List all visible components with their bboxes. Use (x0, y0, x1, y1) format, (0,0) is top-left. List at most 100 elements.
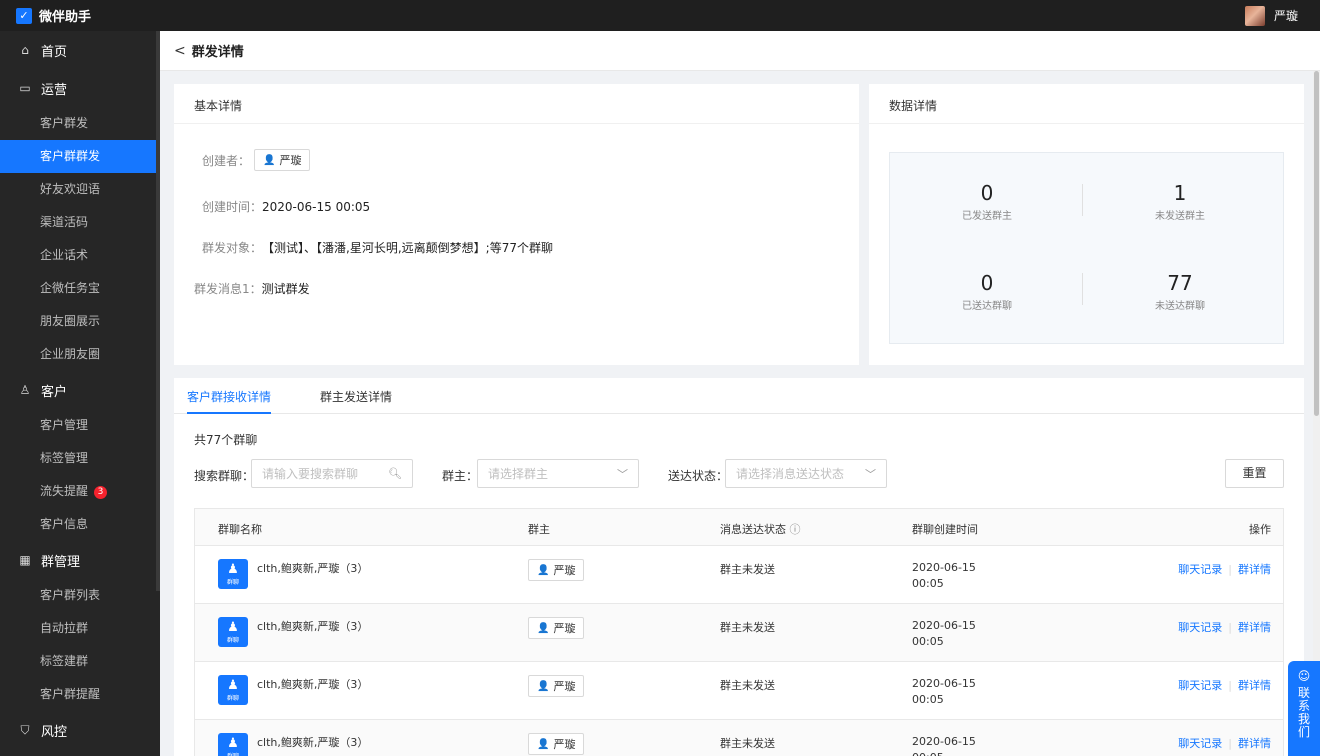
sidebar-item-label: 客户信息 (40, 517, 89, 531)
reset-button[interactable]: 重置 (1225, 459, 1284, 488)
brand[interactable]: ✓ 微伴助手 (16, 6, 91, 25)
avatar (1244, 5, 1265, 26)
sidebar-item-label: 流失提醒 (40, 484, 89, 498)
sidebar-group-0[interactable]: ⌂ 首页 (0, 31, 160, 69)
sidebar-group-4[interactable]: ⛉ 风控 (0, 711, 160, 749)
sidebar-item-label: 标签建群 (40, 654, 89, 668)
sidebar-group-label: 风控 (41, 724, 68, 740)
tab-group-receive-details[interactable]: 客户群接收详情 (187, 378, 272, 414)
group-chat-icon: ♟群聊 (218, 617, 248, 647)
creator-row: 创建者： 👤 严璇 (202, 149, 311, 171)
sidebar-item-label: 客户管理 (40, 418, 89, 432)
status-select[interactable]: 请选择消息送达状态 ﹀ (725, 459, 887, 488)
chat-record-link[interactable]: 聊天记录 (1178, 563, 1222, 576)
owner-placeholder: 请选择群主 (488, 467, 549, 481)
sidebar-item-label: 好友欢迎语 (40, 182, 101, 196)
group-detail-link[interactable]: 群详情 (1238, 621, 1271, 634)
divider: | (1228, 621, 1232, 634)
sidebar-item[interactable]: 客户管理 (0, 409, 156, 442)
sidebar-item-label: 标签管理 (40, 451, 89, 465)
chat-record-link[interactable]: 聊天记录 (1178, 737, 1222, 750)
sidebar-group-label: 客户 (41, 384, 68, 400)
sidebar-item-label: 客户群提醒 (40, 687, 101, 701)
creator-label: 创建者： (202, 153, 251, 168)
stat-value: 1 (1173, 181, 1187, 205)
person-icon: 👤 (537, 680, 550, 692)
group-detail-link[interactable]: 群详情 (1238, 679, 1271, 692)
chevron-down-icon: ﹀ (617, 467, 628, 481)
sidebar-item[interactable]: 标签管理 (0, 442, 156, 475)
help-icon[interactable]: ⓘ (790, 523, 801, 536)
group-icon-text: 群聊 (226, 695, 239, 702)
tab-owner-send-details[interactable]: 群主发送详情 (320, 378, 392, 414)
sidebar-item-label: 朋友圈展示 (40, 314, 101, 328)
sidebar-group-label: 群管理 (41, 554, 81, 570)
group-create-time: 2020-06-15 00:05 (912, 619, 976, 648)
sidebar-item[interactable]: 朋友圈展示 (0, 305, 156, 338)
sidebar-item[interactable]: 流失提醒 3 (0, 475, 156, 508)
row-actions: 聊天记录 | 群详情 (1178, 677, 1271, 693)
message-value: 测试群发 (261, 282, 310, 296)
user-menu[interactable]: 严璇 (1244, 5, 1298, 26)
table-row: ♟群聊 clth,鲍爽新,严璇（3） 👤严璇 群主未发送 2020-06-15 00:0… (195, 546, 1283, 604)
stats-box: 0 已发送群主 1 未发送群主 0 已送达群聊 77 未送达群聊 (889, 152, 1284, 344)
sidebar-group-3[interactable]: ▦ 群管理 (0, 541, 160, 579)
group-count: 共77个群聊 (194, 433, 258, 447)
brand-logo-icon: ✓ (16, 7, 32, 24)
sidebar-item-label: 企业话术 (40, 248, 89, 262)
owner-filter-label: 群主： (442, 469, 479, 483)
owner-name: 严璇 (553, 680, 576, 693)
stat-label: 已送达群聊 (962, 301, 1012, 312)
sidebar-item[interactable]: 企业话术 (0, 239, 156, 272)
divider: | (1228, 679, 1232, 692)
sidebar-item[interactable]: 渠道活码 (0, 206, 156, 239)
delivery-status: 群主未发送 (720, 563, 775, 576)
sidebar-item[interactable]: 客户群发 (0, 107, 156, 140)
col-status: 消息送达状态 ⓘ (720, 521, 801, 537)
stat-label: 未送达群聊 (1155, 301, 1205, 312)
chat-record-link[interactable]: 聊天记录 (1178, 621, 1222, 634)
owner-tag: 👤 严璇 (528, 675, 585, 697)
table-body: ♟ 群聊 clth,鲍爽新,严璇（3） 👤 严璇 群主未发送 2020-06-15 00:0… (195, 546, 1283, 756)
basic-details-title: 基本详情 (174, 84, 859, 124)
sidebar-scrollbar[interactable] (156, 31, 160, 591)
table-header: 群聊名称 群主 消息送达状态 ⓘ 群聊创建时间 操作 (195, 509, 1283, 546)
person-icon: 👤 (537, 564, 550, 576)
sidebar-item[interactable]: 企业朋友圈 (0, 338, 156, 371)
col-group-name: 群聊名称 (218, 523, 262, 536)
stat-value: 77 (1167, 271, 1193, 295)
sidebar-item[interactable]: 客户群列表 (0, 579, 156, 612)
owner-name: 严璇 (553, 564, 576, 577)
chat-record-link[interactable]: 聊天记录 (1178, 679, 1222, 692)
back-arrow-icon[interactable]: < (174, 43, 186, 59)
table-row: ♟群聊 clth,鲍爽新,严璇（3） 👤严璇 群主未发送 2020-06-15 00:0… (195, 720, 1283, 756)
sidebar-group-2[interactable]: ♙ 客户 (0, 371, 160, 409)
divider (1082, 273, 1083, 305)
search-input[interactable]: 请输入要搜索群聊 🔍︎ (251, 459, 413, 488)
row-actions: 聊天记录 | 群详情 (1178, 735, 1271, 751)
sidebar-item[interactable]: 企微任务宝 (0, 272, 156, 305)
sidebar-item[interactable]: 自动拉群 (0, 612, 156, 645)
owner-name: 严璇 (553, 738, 576, 751)
data-details-title: 数据详情 (869, 84, 1304, 124)
sidebar-item[interactable]: 客户信息 (0, 508, 156, 541)
col-status-label: 消息送达状态 (720, 523, 786, 536)
group-detail-link[interactable]: 群详情 (1238, 737, 1271, 750)
contact-us-button[interactable]: ☺ 联系我们 (1288, 661, 1320, 756)
row-actions: 聊天记录 | 群详情 (1178, 561, 1271, 577)
stat-value: 0 (980, 181, 994, 205)
notification-badge: 3 (94, 486, 108, 499)
sidebar-item[interactable]: 标签建群 (0, 645, 156, 678)
target-row: 群发对象： 【测试】、【潘潘,星河长明,远离颠倒梦想】;等77个群聊 (202, 239, 553, 256)
sidebar-item[interactable]: 客户群群发 (0, 140, 156, 173)
group-detail-link[interactable]: 群详情 (1238, 563, 1271, 576)
sidebar-item[interactable]: 客户群提醒 (0, 678, 156, 711)
owner-select[interactable]: 请选择群主 ﹀ (477, 459, 639, 488)
sidebar: ⌂ 首页 ▭ 运营 客户群发 客户群群发好友欢迎语渠道活码企业话术企微任务宝朋友圈展示企业… (0, 31, 160, 756)
message-label: 群发消息1： (194, 282, 262, 296)
page-scrollbar-thumb[interactable] (1314, 71, 1319, 416)
sidebar-group-1[interactable]: ▭ 运营 (0, 69, 160, 107)
sidebar-item[interactable]: 好友欢迎语 (0, 173, 156, 206)
group-chat-icon: ♟群聊 (218, 675, 248, 705)
top-bar: ✓ 微伴助手 严璇 (0, 0, 1320, 31)
